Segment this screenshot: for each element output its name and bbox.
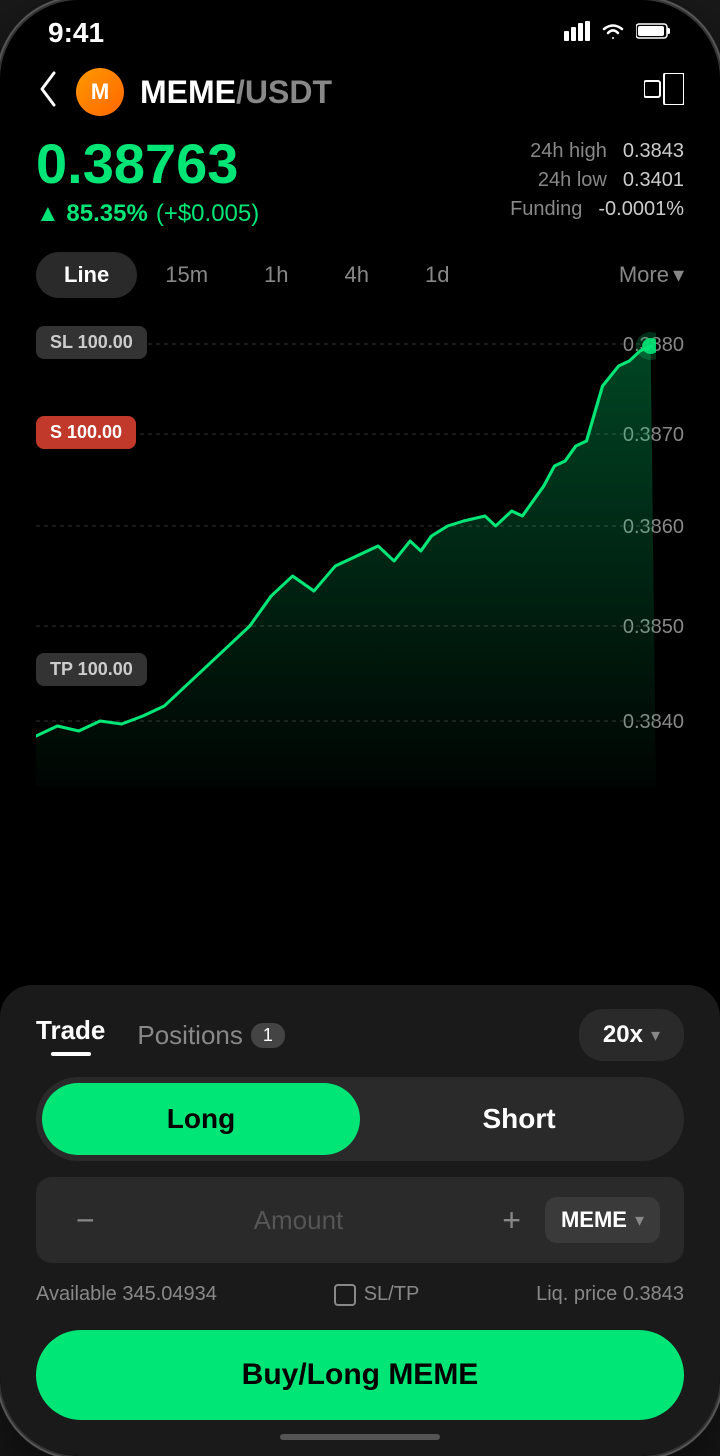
low-stat: 24h low 0.3401: [538, 169, 684, 192]
chevron-down-icon: ▾: [635, 1210, 644, 1231]
available-info: Available 345.04934: [36, 1283, 217, 1306]
tab-trade[interactable]: Trade: [36, 1015, 105, 1056]
tabs-left: Trade Positions 1: [36, 1015, 285, 1056]
current-price: 0.38763: [36, 136, 259, 192]
sltp-checkbox[interactable]: [334, 1284, 356, 1306]
pair-quote: /USDT: [236, 74, 332, 110]
leverage-selector[interactable]: 20x ▾: [579, 1009, 684, 1061]
price-section: 0.38763 ▲ 85.35% (+$0.005) 24h high 0.38…: [0, 128, 720, 244]
tf-1d-button[interactable]: 1d: [397, 252, 477, 298]
chevron-down-icon: ▾: [673, 262, 684, 288]
low-value: 0.3401: [623, 169, 684, 192]
amount-decrease-button[interactable]: −: [60, 1202, 111, 1239]
funding-value: -0.0001%: [598, 198, 684, 221]
tf-4h-button[interactable]: 4h: [317, 252, 397, 298]
low-label: 24h low: [538, 169, 607, 192]
info-row: Available 345.04934 SL/TP Liq. price 0.3…: [36, 1279, 684, 1322]
header-left: M MEME/USDT: [36, 68, 332, 116]
phone-frame: 9:41 M: [0, 0, 720, 1456]
sltp-label: SL/TP: [364, 1283, 420, 1306]
chart-area: SL 100.00 S 100.00 TP 100.00 0.3880 0.38…: [0, 306, 720, 786]
change-pct: ▲ 85.35%: [36, 200, 148, 228]
funding-stat: Funding -0.0001%: [510, 198, 684, 221]
battery-icon: [636, 22, 672, 45]
buy-long-button[interactable]: Buy/Long MEME: [36, 1330, 684, 1420]
positions-badge: 1: [251, 1023, 285, 1048]
funding-label: Funding: [510, 198, 582, 221]
home-indicator: [280, 1434, 440, 1440]
liq-price-info: Liq. price 0.3843: [536, 1283, 684, 1306]
header: M MEME/USDT: [0, 56, 720, 128]
amount-row: − Amount + MEME ▾: [36, 1177, 684, 1263]
amount-input[interactable]: Amount: [111, 1205, 487, 1236]
currency-selector[interactable]: MEME ▾: [545, 1197, 660, 1243]
s-label: S 100.00: [36, 416, 136, 449]
long-button[interactable]: Long: [42, 1083, 360, 1155]
tf-line-button[interactable]: Line: [36, 252, 137, 298]
leverage-value: 20x: [603, 1021, 643, 1049]
tf-15m-button[interactable]: 15m: [137, 252, 236, 298]
status-icons: [564, 21, 672, 46]
price-stats: 24h high 0.3843 24h low 0.3401 Funding -…: [510, 140, 684, 221]
high-stat: 24h high 0.3843: [530, 140, 684, 163]
tabs-row: Trade Positions 1 20x ▾: [36, 1009, 684, 1061]
sl-label: SL 100.00: [36, 326, 147, 359]
status-time: 9:41: [48, 17, 104, 49]
coin-icon: M: [76, 68, 124, 116]
long-short-toggle: Long Short: [36, 1077, 684, 1161]
short-button[interactable]: Short: [360, 1083, 678, 1155]
bottom-panel: Trade Positions 1 20x ▾: [0, 985, 720, 1456]
tab-positions-label: Positions: [137, 1020, 243, 1051]
tp-label: TP 100.00: [36, 653, 147, 686]
price-left: 0.38763 ▲ 85.35% (+$0.005): [36, 136, 259, 228]
change-usd: (+$0.005): [156, 200, 259, 228]
back-button[interactable]: [36, 69, 60, 116]
high-label: 24h high: [530, 140, 607, 163]
phone-screen: 9:41 M: [0, 0, 720, 1456]
high-value: 0.3843: [623, 140, 684, 163]
timeframe-bar: Line 15m 1h 4h 1d More ▾: [0, 244, 720, 306]
currency-text: MEME: [561, 1207, 627, 1233]
chevron-down-icon: ▾: [651, 1025, 660, 1046]
price-change: ▲ 85.35% (+$0.005): [36, 200, 259, 228]
tf-more-button[interactable]: More ▾: [619, 262, 684, 288]
tf-1h-button[interactable]: 1h: [236, 252, 316, 298]
pair-base: MEME: [140, 74, 236, 110]
signal-icon: [564, 21, 590, 46]
amount-increase-button[interactable]: +: [486, 1202, 537, 1239]
buy-button-label: Buy/Long MEME: [242, 1358, 479, 1391]
price-chart: [36, 306, 656, 786]
chart-toggle-button[interactable]: [644, 73, 684, 112]
sltp-toggle[interactable]: SL/TP: [334, 1283, 420, 1306]
tab-positions[interactable]: Positions 1: [137, 1020, 285, 1051]
tab-trade-label: Trade: [36, 1015, 105, 1046]
pair-name: MEME/USDT: [140, 74, 332, 111]
dynamic-island: [280, 14, 440, 56]
wifi-icon: [600, 21, 626, 46]
tab-trade-indicator: [51, 1052, 91, 1056]
